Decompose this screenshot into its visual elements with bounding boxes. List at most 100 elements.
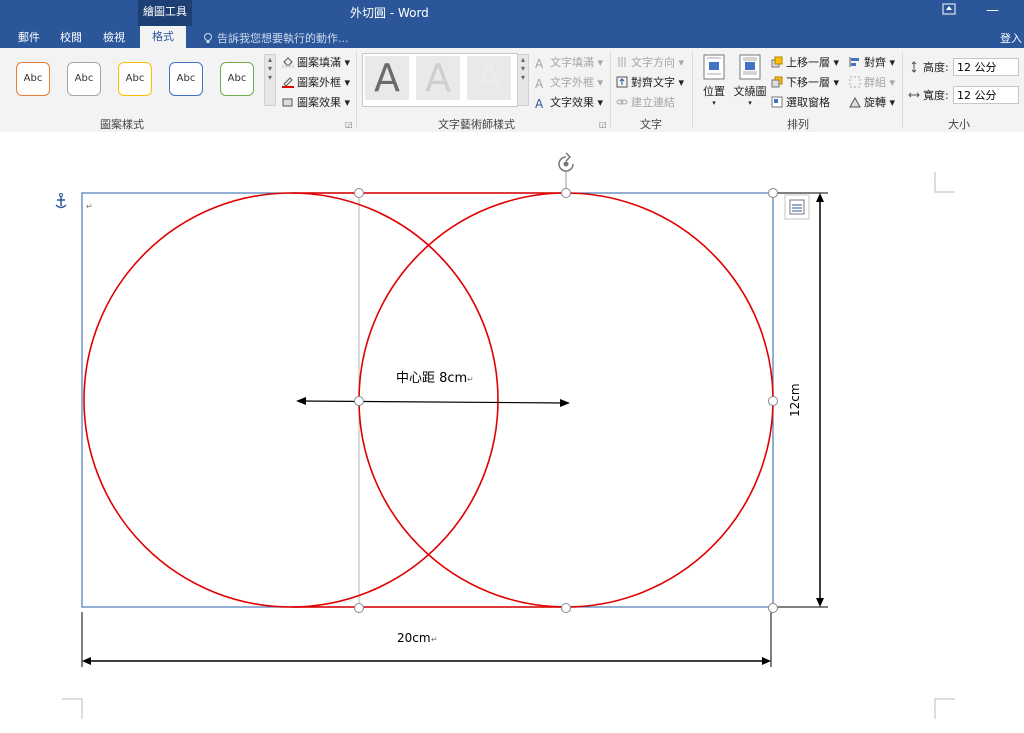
title-bar: 繪圖工具 外切圓 - Word — [0, 0, 1024, 26]
shape-styles-launcher-icon[interactable]: ◲ [345, 120, 353, 129]
create-link-label: 建立連結 [631, 96, 675, 109]
wordart-style-1[interactable]: A [365, 56, 409, 100]
anchor-icon[interactable] [55, 193, 67, 209]
group-button[interactable]: 群組 ▾ [849, 74, 895, 90]
wordart-style-2[interactable]: A [416, 56, 460, 100]
wordart-gallery-scroll[interactable]: ▴ ▾ ▾ [517, 54, 529, 106]
paint-bucket-icon [282, 57, 294, 68]
resize-handle[interactable] [768, 188, 778, 198]
text-direction-button[interactable]: 文字方向 ▾ [616, 54, 684, 70]
width-input[interactable]: 12 公分 [953, 86, 1019, 104]
tab-format[interactable]: 格式 [140, 26, 186, 48]
group-divider [902, 52, 903, 128]
height-dimension-label: 12cm [788, 383, 802, 417]
align-button[interactable]: 對齊 ▾ [849, 54, 895, 70]
wrap-text-icon [739, 54, 761, 80]
resize-handle[interactable] [768, 396, 778, 406]
wordart-style-3[interactable]: A [467, 56, 511, 100]
minimize-button[interactable]: — [986, 3, 999, 18]
tab-review[interactable]: 校閱 [60, 29, 82, 45]
height-input[interactable]: 12 公分 [953, 58, 1019, 76]
rotate-button[interactable]: 旋轉 ▾ [849, 94, 895, 110]
text-fill-button[interactable]: A 文字填滿 ▾ [535, 54, 603, 71]
ribbon: Abc Abc Abc Abc Abc ▴ ▾ ▾ 圖案填滿 ▾ 圖案外框 ▾ 圖案… [0, 48, 1024, 133]
bring-forward-icon [771, 56, 783, 68]
align-text-button[interactable]: 對齊文字 ▾ [616, 74, 684, 90]
shape-style-green[interactable]: Abc [220, 62, 254, 96]
ribbon-tabs: 郵件 校閱 檢視 格式 告訴我您想要執行的動作... 登入 [0, 26, 1024, 48]
drawing-tools-contextual-tab: 繪圖工具 [138, 0, 192, 26]
shape-style-blue[interactable]: Abc [169, 62, 203, 96]
rotate-icon [849, 96, 861, 108]
page-corner-mark [934, 698, 955, 719]
height-label: 高度: [923, 61, 949, 74]
send-backward-button[interactable]: 下移一層 ▾ [771, 74, 839, 90]
outer-rectangle[interactable] [81, 192, 774, 608]
selection-pane-label: 選取窗格 [786, 96, 830, 109]
shape-effects-icon [282, 98, 293, 107]
text-effects-button[interactable]: A 文字效果 ▾ [535, 94, 603, 111]
width-label: 寬度: [923, 89, 949, 102]
document-title: 外切圓 - Word [350, 6, 429, 20]
send-backward-icon [771, 76, 783, 88]
resize-handle[interactable] [561, 188, 571, 198]
ribbon-display-options-icon[interactable] [942, 3, 956, 19]
tab-view[interactable]: 檢視 [103, 29, 125, 45]
shape-style-gray[interactable]: Abc [67, 62, 101, 96]
shape-outline-button[interactable]: 圖案外框 ▾ [282, 74, 350, 90]
text-group-label: 文字 [640, 118, 662, 131]
align-icon [849, 57, 859, 67]
drawing-canvas: ↵ 中心距 8cm ↵ 12cm 20cm ↵ [55, 152, 955, 719]
create-link-button[interactable]: 建立連結 [616, 94, 675, 110]
text-direction-label: 文字方向 [631, 56, 675, 69]
layout-options-icon[interactable] [784, 194, 810, 220]
text-effects-icon: A [535, 97, 544, 111]
sign-in-link[interactable]: 登入 [1000, 30, 1022, 46]
shape-effects-button[interactable]: 圖案效果 ▾ [282, 94, 350, 110]
page-corner-mark [62, 698, 83, 719]
resize-handle[interactable] [354, 188, 364, 198]
text-outline-icon: A [535, 77, 544, 91]
wordart-group-label: 文字藝術師樣式 [438, 118, 515, 131]
wrap-text-button[interactable]: 文繞圖 ▾ [733, 54, 767, 107]
wordart-launcher-icon[interactable]: ◲ [599, 120, 607, 129]
resize-handle[interactable] [561, 603, 571, 613]
position-button[interactable]: 位置 ▾ [700, 54, 728, 107]
link-icon [616, 99, 628, 105]
text-fill-icon: A [535, 57, 544, 71]
right-circle[interactable] [358, 192, 774, 608]
width-dimension-label: 20cm [397, 631, 431, 645]
align-text-icon [616, 76, 628, 88]
shape-outline-label: 圖案外框 [297, 76, 341, 89]
group-label: 群組 [864, 76, 886, 89]
tell-me-search[interactable]: 告訴我您想要執行的動作... [202, 30, 349, 46]
align-label: 對齊 [864, 56, 886, 69]
rotate-label: 旋轉 [864, 96, 886, 109]
bring-forward-label: 上移一層 [786, 56, 830, 69]
paragraph-mark: ↵ [467, 375, 474, 384]
text-outline-button[interactable]: A 文字外框 ▾ [535, 74, 603, 91]
document-page: ↵ 中心距 8cm ↵ 12cm 20cm ↵ [0, 132, 1024, 729]
bring-forward-button[interactable]: 上移一層 ▾ [771, 54, 839, 70]
center-distance-arrow[interactable] [296, 397, 570, 407]
shape-style-orange[interactable]: Abc [16, 62, 50, 96]
resize-handle[interactable] [354, 396, 364, 406]
tab-mailings[interactable]: 郵件 [18, 29, 40, 45]
height-label-row: 高度: [908, 59, 949, 75]
group-divider [610, 52, 611, 128]
width-icon [908, 92, 920, 98]
resize-handle[interactable] [768, 603, 778, 613]
shape-style-gold[interactable]: Abc [118, 62, 152, 96]
shape-styles-gallery-scroll[interactable]: ▴ ▾ ▾ [264, 54, 276, 106]
left-circle[interactable] [83, 192, 499, 608]
wrap-text-label: 文繞圖 [733, 85, 767, 98]
text-fill-label: 文字填滿 [550, 56, 594, 69]
shape-effects-label: 圖案效果 [297, 96, 341, 109]
selection-pane-button[interactable]: 選取窗格 [771, 94, 830, 110]
center-distance-label: 中心距 8cm [396, 371, 467, 386]
rotate-handle-icon[interactable] [558, 152, 574, 172]
text-outline-label: 文字外框 [550, 76, 594, 89]
shape-fill-button[interactable]: 圖案填滿 ▾ [282, 54, 350, 70]
resize-handle[interactable] [354, 603, 364, 613]
tell-me-text: 告訴我您想要執行的動作... [217, 32, 349, 45]
